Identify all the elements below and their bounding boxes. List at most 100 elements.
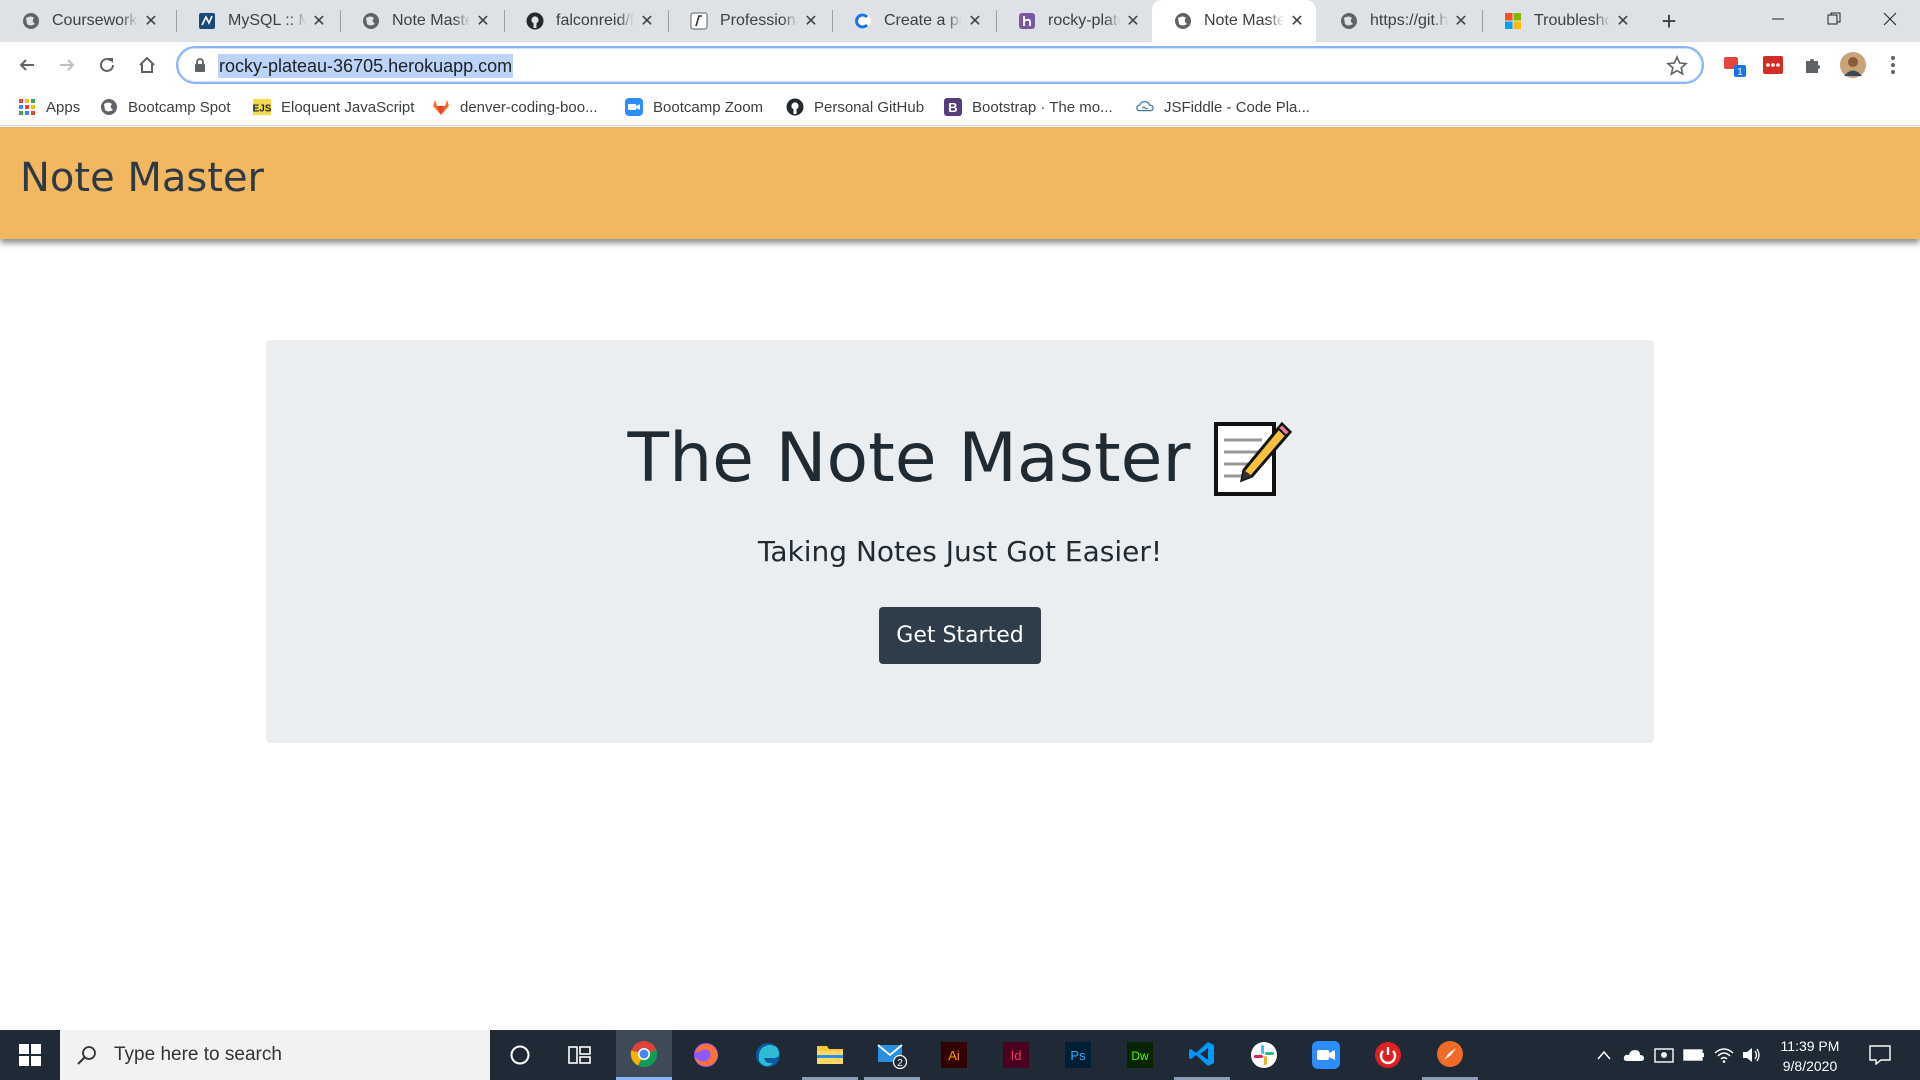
tab-coursework[interactable]: Coursework ✕: [0, 0, 170, 42]
bookmark-bootcamp-spot[interactable]: Bootcamp Spot: [100, 96, 231, 118]
gitlab-icon: [432, 98, 450, 116]
globe-icon: [362, 12, 380, 30]
bookmark-eloquent-js[interactable]: EJS Eloquent JavaScript: [253, 96, 414, 118]
url-text[interactable]: rocky-plateau-36705.herokuapp.com: [218, 54, 514, 78]
bookmark-jsfiddle[interactable]: JSFiddle - Code Pla...: [1136, 96, 1310, 118]
github-icon: [786, 98, 804, 116]
github-icon: [526, 12, 544, 30]
security-tray-icon[interactable]: [1650, 1030, 1678, 1080]
tab-title: Note Master: [392, 12, 470, 29]
back-arrow-icon[interactable]: [10, 48, 44, 82]
mysql-icon: [198, 12, 216, 30]
tab-professional[interactable]: Professional ✕: [668, 0, 830, 42]
taskbar-search-box[interactable]: Type here to search: [60, 1030, 490, 1080]
close-icon[interactable]: ✕: [1614, 12, 1632, 30]
bookmark-bootcamp-zoom[interactable]: Bootcamp Zoom: [625, 96, 763, 118]
tab-note-master[interactable]: Note Master ✕: [340, 0, 502, 42]
bookmark-apps[interactable]: Apps: [18, 96, 80, 118]
chevron-up-icon[interactable]: [1590, 1030, 1618, 1080]
extension-badge-count: 1: [1737, 67, 1743, 78]
wifi-icon[interactable]: [1710, 1030, 1738, 1080]
extension-badge-icon[interactable]: 1: [1720, 50, 1750, 80]
navbar-brand[interactable]: Note Master: [20, 155, 264, 201]
search-icon: [77, 1046, 96, 1065]
dreamweaver-icon[interactable]: Dw: [1112, 1030, 1168, 1080]
illustrator-icon[interactable]: Ai: [926, 1030, 982, 1080]
chrome-taskbar-icon[interactable]: [616, 1030, 672, 1080]
bookmark-personal-github[interactable]: Personal GitHub: [786, 96, 924, 118]
menu-kebab-icon[interactable]: [1878, 50, 1908, 80]
extensions-puzzle-icon[interactable]: [1798, 50, 1828, 80]
tab-title: https://git.h: [1370, 12, 1448, 29]
close-icon[interactable]: ✕: [638, 12, 656, 30]
forward-arrow-icon[interactable]: [50, 48, 84, 82]
bookmark-star-icon[interactable]: [1666, 55, 1688, 77]
bookmark-gitlab[interactable]: denver-coding-boo...: [432, 96, 598, 118]
tab-git-url[interactable]: https://git.h ✕: [1318, 0, 1480, 42]
close-icon[interactable]: ✕: [1452, 12, 1470, 30]
edge-taskbar-icon[interactable]: [740, 1030, 796, 1080]
compass-app-icon[interactable]: [1422, 1030, 1478, 1080]
tab-title: Professional: [720, 12, 798, 29]
battery-icon[interactable]: [1680, 1030, 1708, 1080]
tab-heroku[interactable]: rocky-plate ✕: [996, 0, 1152, 42]
new-tab-icon[interactable]: +: [1654, 6, 1684, 36]
globe-icon: [1174, 12, 1192, 30]
vscode-icon[interactable]: [1174, 1030, 1230, 1080]
tab-title: falconreid/N: [556, 12, 634, 29]
close-window-icon[interactable]: [1862, 0, 1918, 38]
system-clock[interactable]: 11:39 PM 9/8/2020: [1768, 1036, 1852, 1076]
microsoft-icon: [1504, 12, 1522, 30]
restore-icon[interactable]: [1806, 0, 1862, 38]
bookmark-label: denver-coding-boo...: [460, 98, 598, 116]
tab-note-master-active[interactable]: Note Master ✕: [1152, 0, 1316, 42]
globe-icon: [22, 12, 40, 30]
file-explorer-icon[interactable]: [802, 1030, 858, 1080]
svg-text:Ps: Ps: [1070, 1048, 1086, 1063]
heroku-icon: [1018, 12, 1036, 30]
address-bar[interactable]: rocky-plateau-36705.herokuapp.com: [176, 46, 1704, 84]
tab-mysql[interactable]: MySQL :: My ✕: [176, 0, 338, 42]
clock-date: 9/8/2020: [1782, 1058, 1838, 1074]
close-icon[interactable]: ✕: [802, 12, 820, 30]
hero-jumbotron: The Note Master Taking Notes Just Got Ea…: [266, 340, 1654, 743]
close-icon[interactable]: ✕: [474, 12, 492, 30]
volume-icon[interactable]: [1738, 1030, 1766, 1080]
zoom-taskbar-icon[interactable]: [1298, 1030, 1354, 1080]
mail-taskbar-icon[interactable]: 2: [864, 1030, 920, 1080]
svg-text:Dw: Dw: [1131, 1049, 1149, 1063]
home-icon[interactable]: [130, 48, 164, 82]
slack-icon[interactable]: [1236, 1030, 1292, 1080]
firefox-taskbar-icon[interactable]: [678, 1030, 734, 1080]
hero-heading: The Note Master: [266, 418, 1654, 498]
close-icon[interactable]: ✕: [966, 12, 984, 30]
windows-start-icon[interactable]: [0, 1030, 60, 1080]
profile-avatar[interactable]: [1838, 50, 1868, 80]
onedrive-icon[interactable]: [1620, 1030, 1648, 1080]
tab-github-falconreid[interactable]: falconreid/N ✕: [504, 0, 666, 42]
photoshop-icon[interactable]: Ps: [1050, 1030, 1106, 1080]
lastpass-icon[interactable]: [1758, 50, 1788, 80]
close-icon[interactable]: ✕: [310, 12, 328, 30]
tab-title: Create a pal: [884, 12, 962, 29]
minimize-icon[interactable]: [1750, 0, 1806, 38]
bookmark-label: JSFiddle - Code Pla...: [1164, 98, 1310, 116]
power-app-icon[interactable]: [1360, 1030, 1416, 1080]
bookmark-label: Personal GitHub: [814, 98, 925, 116]
close-icon[interactable]: ✕: [1124, 12, 1142, 30]
close-icon[interactable]: ✕: [142, 12, 160, 30]
lock-icon[interactable]: [192, 57, 208, 73]
tab-title: rocky-plate: [1048, 12, 1120, 29]
close-icon[interactable]: ✕: [1288, 12, 1306, 30]
globe-icon: [100, 98, 118, 116]
tab-create-palette[interactable]: Create a pal ✕: [832, 0, 994, 42]
cortana-icon[interactable]: [492, 1030, 548, 1080]
notification-center-icon[interactable]: [1860, 1030, 1900, 1080]
hero-tagline: Taking Notes Just Got Easier!: [757, 535, 1163, 568]
reload-icon[interactable]: [90, 48, 124, 82]
indesign-icon[interactable]: Id: [988, 1030, 1044, 1080]
task-view-icon[interactable]: [552, 1030, 608, 1080]
get-started-button[interactable]: Get Started: [879, 607, 1041, 664]
tab-troubleshoot[interactable]: Troubleshoo ✕: [1482, 0, 1642, 42]
bookmark-bootstrap[interactable]: B Bootstrap · The mo...: [944, 96, 1113, 118]
